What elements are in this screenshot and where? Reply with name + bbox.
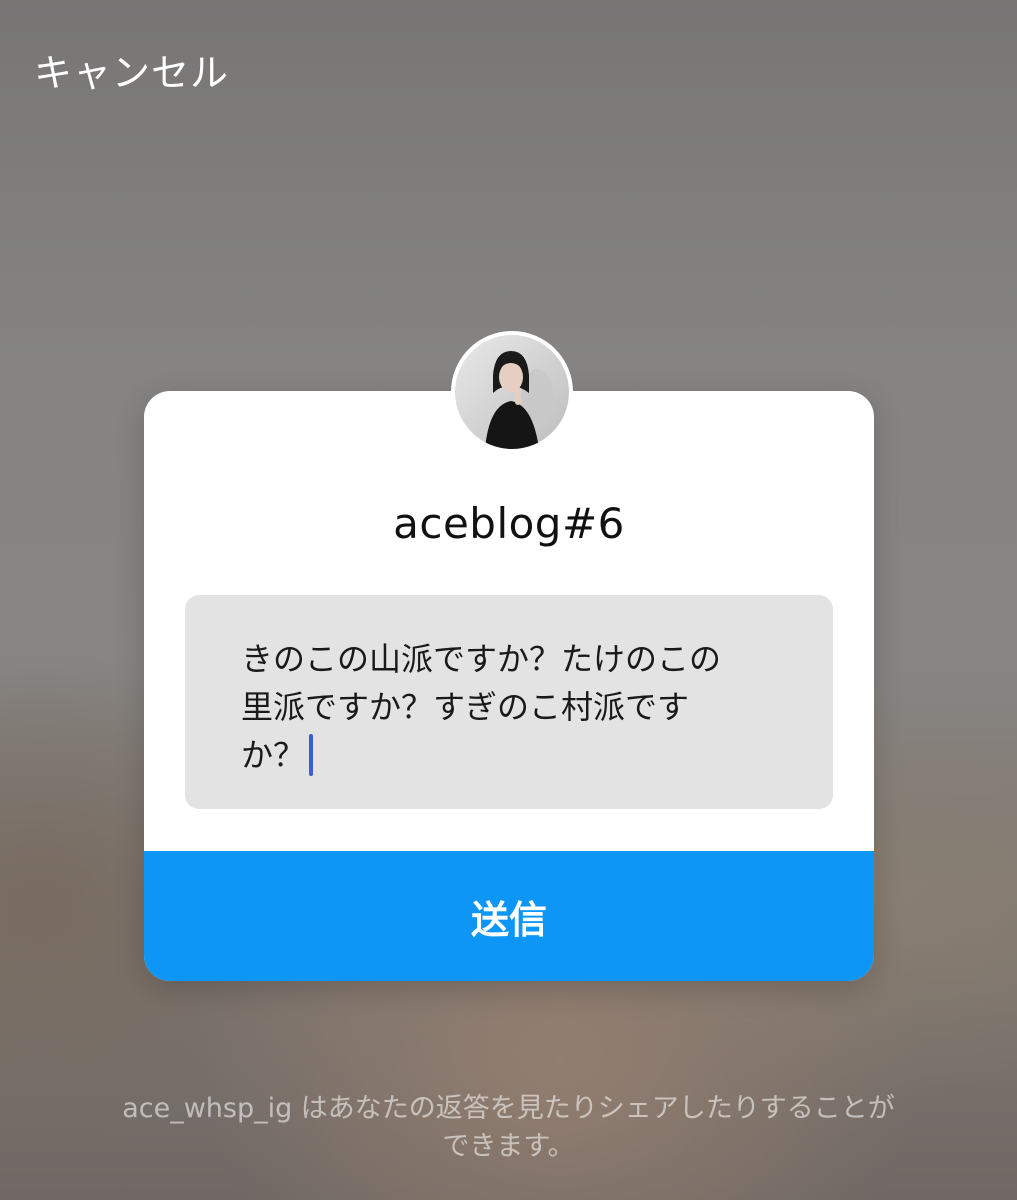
avatar — [451, 331, 573, 453]
answer-line: 里派ですか？すぎのこ村派です — [241, 688, 690, 726]
cancel-button[interactable]: キャンセル — [34, 42, 229, 97]
text-cursor — [309, 734, 314, 776]
answer-line-last: か？ — [241, 731, 753, 779]
profile-photo-icon — [455, 335, 569, 449]
notice-line: ace_whsp_ig はあなたの返答を見たりシェアしたりすることが — [122, 1093, 895, 1124]
notice-line: できます。 — [442, 1131, 575, 1162]
question-title: aceblog#6 — [393, 499, 625, 548]
visibility-notice: ace_whsp_ig はあなたの返答を見たりシェアしたりすることが できます。 — [0, 1090, 1017, 1166]
answer-input[interactable]: きのこの山派ですか？たけのこの 里派ですか？すぎのこ村派です か？ — [185, 595, 833, 809]
question-card: aceblog#6 きのこの山派ですか？たけのこの 里派ですか？すぎのこ村派です… — [144, 391, 874, 981]
send-button[interactable]: 送信 — [144, 851, 874, 981]
answer-line: か？ — [241, 736, 306, 774]
answer-line: きのこの山派ですか？たけのこの — [241, 640, 722, 678]
